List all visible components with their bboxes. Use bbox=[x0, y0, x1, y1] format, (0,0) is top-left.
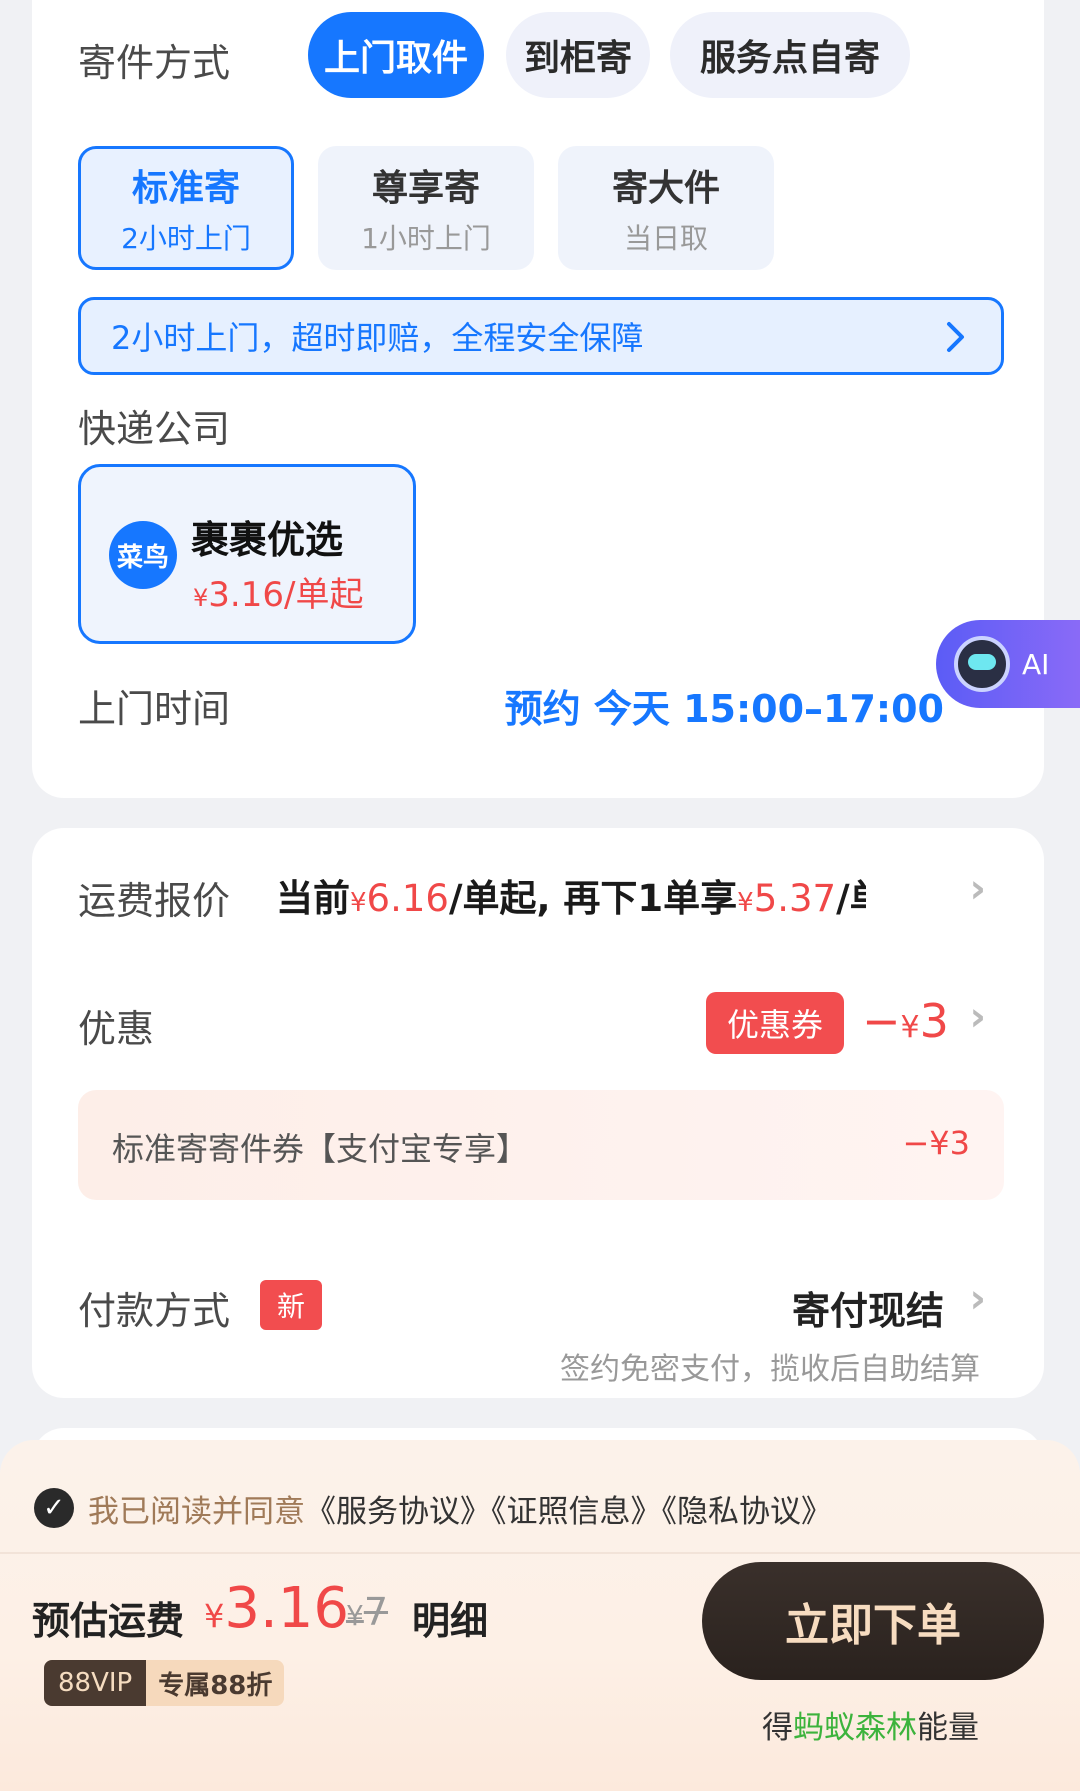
quote-prefix: 当前 bbox=[276, 877, 350, 920]
courier-label: 快递公司 bbox=[78, 407, 231, 451]
service-title: 尊享寄 bbox=[371, 168, 480, 209]
courier-price-value: 3.16/单起 bbox=[208, 575, 364, 615]
pickup-time-label: 上门时间 bbox=[78, 687, 231, 731]
method-pill-locker[interactable]: 到柜寄 bbox=[506, 12, 650, 98]
service-type-large[interactable]: 寄大件 当日取 bbox=[558, 146, 774, 270]
service-sub: 1小时上门 bbox=[361, 222, 491, 255]
discount-label: 优惠 bbox=[78, 1007, 155, 1051]
yen-symbol: ¥ bbox=[193, 584, 209, 612]
payment-value[interactable]: 寄付现结 bbox=[792, 1280, 944, 1335]
guarantee-banner[interactable]: 2小时上门，超时即赔，全程安全保障 bbox=[78, 297, 1004, 375]
coupon-badge: 优惠券 bbox=[706, 992, 844, 1054]
order-panel: ✓ 我已阅读并同意《服务协议》《证照信息》《隐私协议》 预估运费 ¥3.16 ¥… bbox=[0, 1440, 1080, 1791]
yen-symbol: ¥ bbox=[737, 888, 754, 918]
yen-symbol: ¥ bbox=[350, 888, 367, 918]
original-price-value: 7 bbox=[363, 1590, 389, 1634]
ai-label: AI bbox=[1022, 647, 1050, 681]
banner-text: 2小时上门，超时即赔，全程安全保障 bbox=[111, 319, 644, 357]
method-label: 寄件方式 bbox=[78, 41, 231, 85]
price-detail-link[interactable]: 明细 bbox=[412, 1590, 488, 1645]
vip-discount: 专属88折 bbox=[146, 1660, 285, 1706]
estimate-price-value: 3.16 bbox=[224, 1576, 350, 1641]
quote-current: 6.16 bbox=[366, 877, 449, 920]
place-order-button[interactable]: 立即下单 bbox=[702, 1562, 1044, 1680]
chevron-right-icon bbox=[947, 322, 964, 352]
energy-tail: 能量 bbox=[917, 1710, 979, 1746]
vip-label: 88VIP bbox=[44, 1660, 147, 1706]
original-price: ¥7 bbox=[346, 1590, 388, 1634]
energy-note: 得蚂蚁森林能量 bbox=[762, 1702, 979, 1747]
service-sub: 当日取 bbox=[623, 222, 708, 255]
quote-label: 运费报价 bbox=[78, 879, 231, 923]
quote-mid: /单起, 再下1单享 bbox=[448, 877, 738, 920]
yen-symbol: ¥ bbox=[204, 1597, 225, 1635]
service-type-premium[interactable]: 尊享寄 1小时上门 bbox=[318, 146, 534, 270]
minus-sign: − bbox=[862, 994, 901, 1048]
shipping-method-card: 寄件方式 上门取件 到柜寄 服务点自寄 标准寄 2小时上门 尊享寄 1小时上门 … bbox=[32, 0, 1044, 798]
method-pill-service-point[interactable]: 服务点自寄 bbox=[670, 12, 910, 98]
applied-coupon-row: 标准寄寄件券【支付宝专享】 −¥3 bbox=[78, 1090, 1004, 1200]
method-pill-door-pickup[interactable]: 上门取件 bbox=[308, 12, 484, 98]
pricing-card: 运费报价 当前¥6.16/单起, 再下1单享¥5.37/单起 › 优惠 优惠券 … bbox=[32, 828, 1044, 1398]
courier-name: 裹裹优选 bbox=[191, 518, 344, 562]
quote-suffix: /单起 bbox=[836, 877, 866, 920]
coupon-name: 标准寄寄件券【支付宝专享】 bbox=[112, 1130, 529, 1168]
quote-text[interactable]: 当前¥6.16/单起, 再下1单享¥5.37/单起 bbox=[276, 868, 866, 928]
divider bbox=[0, 1552, 1080, 1554]
agreement-docs[interactable]: 《服务协议》《证照信息》《隐私协议》 bbox=[305, 1494, 832, 1530]
quote-next: 5.37 bbox=[753, 877, 837, 920]
chevron-right-icon[interactable]: › bbox=[970, 866, 986, 912]
pickup-time-value[interactable]: 预约 今天 15:00–17:00 bbox=[505, 678, 944, 733]
robot-icon bbox=[954, 636, 1010, 692]
courier-option-card[interactable]: 菜鸟 裹裹优选 ¥3.16/单起 bbox=[78, 464, 416, 644]
chevron-right-icon[interactable]: › bbox=[970, 1276, 986, 1322]
agreement-lead: 我已阅读并同意 bbox=[88, 1494, 305, 1530]
vip-tag: 88VIP 专属88折 bbox=[44, 1660, 285, 1706]
chevron-right-icon[interactable]: › bbox=[970, 994, 986, 1040]
new-badge: 新 bbox=[260, 1280, 322, 1330]
discount-amount[interactable]: −¥3 bbox=[862, 994, 949, 1048]
payment-sub: 签约免密支付，揽收后自助结算 bbox=[560, 1352, 980, 1387]
payment-label: 付款方式 bbox=[78, 1289, 231, 1333]
discount-value: 3 bbox=[919, 994, 949, 1048]
agreement-checkbox[interactable]: ✓ bbox=[34, 1488, 74, 1528]
courier-price: ¥3.16/单起 bbox=[193, 567, 363, 616]
agreement-text[interactable]: 我已阅读并同意《服务协议》《证照信息》《隐私协议》 bbox=[88, 1486, 832, 1531]
yen-symbol: ¥ bbox=[346, 1599, 364, 1632]
energy-brand: 蚂蚁森林 bbox=[793, 1710, 917, 1746]
service-sub: 2小时上门 bbox=[121, 222, 251, 255]
cainiao-logo-icon: 菜鸟 bbox=[109, 521, 177, 589]
service-title: 标准寄 bbox=[131, 168, 240, 209]
estimate-label: 预估运费 bbox=[32, 1599, 185, 1643]
energy-lead: 得 bbox=[762, 1710, 793, 1746]
service-type-standard[interactable]: 标准寄 2小时上门 bbox=[78, 146, 294, 270]
coupon-amount: −¥3 bbox=[902, 1124, 970, 1162]
service-title: 寄大件 bbox=[611, 168, 720, 209]
estimate-price: ¥3.16 bbox=[204, 1576, 349, 1641]
ai-assistant-button[interactable]: AI bbox=[936, 620, 1080, 708]
yen-symbol: ¥ bbox=[900, 1010, 920, 1045]
